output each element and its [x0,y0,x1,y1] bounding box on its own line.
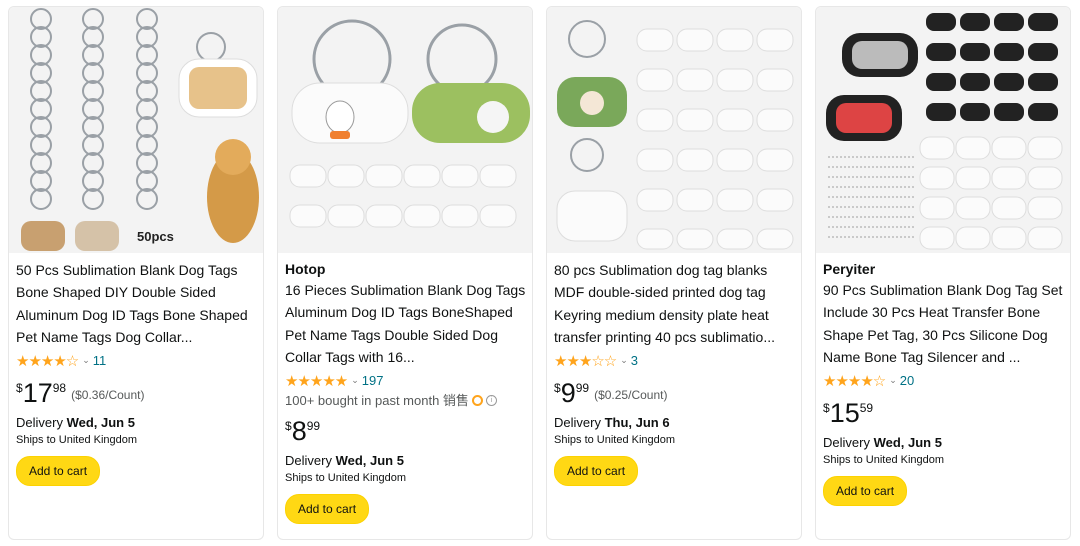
price[interactable]: $ 15 59 [823,398,1064,428]
product-image[interactable] [816,7,1070,253]
product-image-graphic [547,7,801,253]
chevron-down-icon[interactable]: ⌄ [82,355,90,366]
product-title[interactable]: 50 Pcs Sublimation Blank Dog Tags Bone S… [16,259,257,349]
price-fraction: 99 [306,418,321,433]
price[interactable]: $ 17 98 ($0.36/Count) [16,378,257,408]
add-to-cart-button[interactable]: Add to cart [16,455,101,486]
delivery-date: Thu, Jun 6 [604,414,670,430]
price-fraction: 99 [575,380,590,395]
info-icon[interactable]: i [485,395,497,407]
brand-name: Peryiter [823,261,876,277]
delivery-date: Wed, Jun 5 [335,452,404,468]
product-info: 50 Pcs Sublimation Blank Dog Tags Bone S… [16,259,257,486]
ships-to: Ships to United Kingdom [285,471,407,484]
star-rating-icon[interactable]: ★★★★☆ [16,352,79,370]
delivery-label: Delivery [554,414,605,430]
price[interactable]: $ 8 99 [285,416,526,446]
delivery-info: Delivery Thu, Jun 6 [554,414,795,432]
delivery-date: Wed, Jun 5 [873,434,942,450]
add-to-cart-button[interactable]: Add to cart [823,475,908,506]
unit-price: ($0.36/Count) [71,387,145,402]
brand-name: Hotop [285,261,326,277]
star-rating-icon[interactable]: ★★★★☆ [823,372,886,390]
rating-row[interactable]: ★★★☆☆ ⌄ 3 [554,350,795,372]
rating-count[interactable]: 20 [900,373,914,388]
chevron-down-icon[interactable]: ⌄ [620,355,628,366]
product-info: Hotop 16 Pieces Sublimation Blank Dog Ta… [285,259,526,524]
add-to-cart-button[interactable]: Add to cart [554,455,639,486]
chevron-down-icon[interactable]: ⌄ [351,375,359,386]
delivery-info: Delivery Wed, Jun 5 [285,452,526,470]
product-image-graphic [278,7,532,253]
price-symbol: $ [554,380,561,395]
product-info: Peryiter 90 Pcs Sublimation Blank Dog Ta… [823,259,1064,506]
rating-row[interactable]: ★★★★☆ ⌄ 11 [16,350,257,372]
product-image-graphic [816,7,1070,253]
product-image[interactable]: 50pcs [9,7,263,253]
ships-to: Ships to United Kingdom [16,433,138,446]
rating-count[interactable]: 11 [93,353,107,368]
circle-icon [471,395,483,407]
product-info: 80 pcs Sublimation dog tag blanks MDF do… [554,259,795,486]
product-title[interactable]: 16 Pieces Sublimation Blank Dog Tags Alu… [285,279,526,369]
price-fraction: 59 [859,400,874,415]
delivery-label: Delivery [285,452,336,468]
bought-text: 100+ bought in past month 销售 [285,392,469,408]
price-fraction: 98 [52,380,67,395]
product-card[interactable]: 80 pcs Sublimation dog tag blanks MDF do… [546,6,802,540]
add-to-cart-button[interactable]: Add to cart [285,493,370,524]
image-badge-text: 50pcs [137,229,174,244]
product-card[interactable]: Peryiter 90 Pcs Sublimation Blank Dog Ta… [815,6,1071,540]
price-symbol: $ [823,400,830,415]
product-card[interactable]: 50pcs 50 Pcs Sublimation Blank Dog Tags … [8,6,264,540]
product-image[interactable] [278,7,532,253]
product-image-graphic: 50pcs [9,7,263,253]
rating-count[interactable]: 197 [362,373,384,388]
product-image[interactable] [547,7,801,253]
product-grid: 50pcs 50 Pcs Sublimation Blank Dog Tags … [0,0,1080,546]
product-title[interactable]: 90 Pcs Sublimation Blank Dog Tag Set Inc… [823,279,1064,369]
chevron-down-icon[interactable]: ⌄ [889,375,897,386]
price-whole: 17 [22,377,53,408]
price[interactable]: $ 9 99 ($0.25/Count) [554,378,795,408]
unit-price: ($0.25/Count) [594,387,668,402]
star-rating-icon[interactable]: ★★★☆☆ [554,352,617,370]
star-rating-icon[interactable]: ★★★★★ [285,372,348,390]
rating-row[interactable]: ★★★★☆ ⌄ 20 [823,370,1064,392]
delivery-info: Delivery Wed, Jun 5 [16,414,257,432]
delivery-date: Wed, Jun 5 [66,414,135,430]
delivery-label: Delivery [823,434,874,450]
price-whole: 9 [560,377,576,408]
price-symbol: $ [285,418,292,433]
product-card[interactable]: Hotop 16 Pieces Sublimation Blank Dog Ta… [277,6,533,540]
bought-info: 100+ bought in past month 销售 i [285,392,526,410]
ships-to: Ships to United Kingdom [823,453,945,466]
ships-to: Ships to United Kingdom [554,433,676,446]
product-title[interactable]: 80 pcs Sublimation dog tag blanks MDF do… [554,259,795,349]
price-whole: 8 [291,415,307,446]
delivery-info: Delivery Wed, Jun 5 [823,434,1064,452]
price-symbol: $ [16,380,23,395]
price-whole: 15 [829,397,860,428]
rating-count[interactable]: 3 [631,353,638,368]
delivery-label: Delivery [16,414,67,430]
rating-row[interactable]: ★★★★★ ⌄ 197 [285,370,526,392]
